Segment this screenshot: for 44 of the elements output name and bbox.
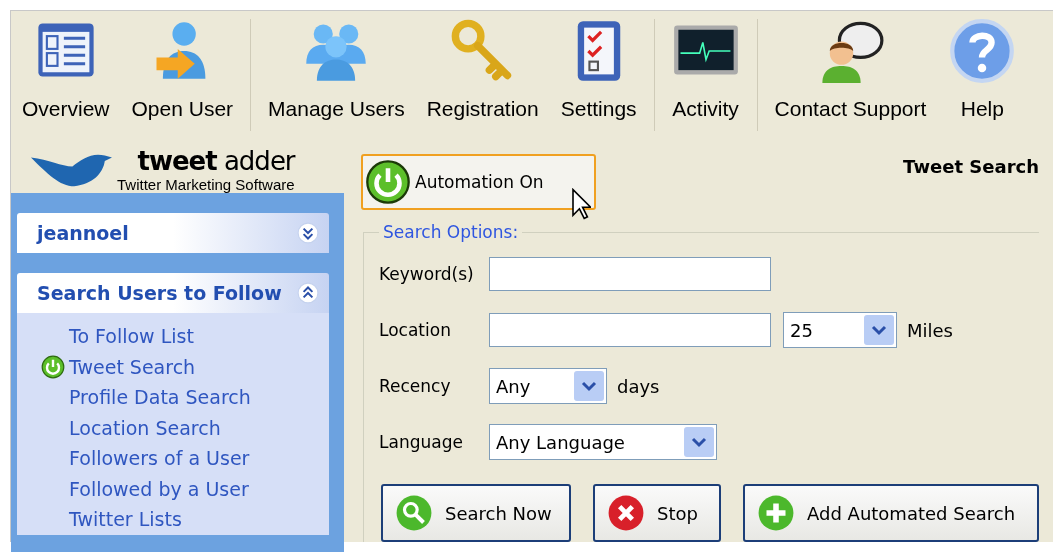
automation-button[interactable]: Automation On <box>361 154 596 210</box>
toolbar-button[interactable]: Registration <box>415 17 550 121</box>
sidebar-link[interactable]: Profile Data Search <box>69 386 251 409</box>
sidebar-link[interactable]: Followed by a User <box>69 477 249 500</box>
sidebar-link[interactable]: Followers of a User <box>69 447 250 470</box>
help-icon <box>948 17 1017 85</box>
power-icon <box>365 159 411 205</box>
toolbar-button[interactable]: Activity <box>660 17 751 121</box>
stop-icon <box>607 494 645 532</box>
action-button[interactable]: Add Automated Search <box>743 484 1039 542</box>
panel-header[interactable]: Search Users to Follow <box>17 273 329 313</box>
sidebar-link[interactable]: Tweet Search <box>69 355 196 378</box>
logo-tagline: Twitter Marketing Software <box>117 176 295 193</box>
dropdown[interactable]: 25 <box>783 312 897 348</box>
toolbar-button[interactable]: Overview <box>11 17 121 121</box>
logo-text: tweet adder <box>137 146 295 176</box>
panel-header[interactable]: jeannoel <box>17 213 329 253</box>
toolbar-button[interactable]: Help <box>937 17 1028 121</box>
section-legend: Search Options: <box>379 222 523 242</box>
action-button[interactable]: Stop <box>593 484 721 542</box>
action-button[interactable]: Search Now <box>381 484 571 542</box>
field-label: Language <box>379 432 464 452</box>
toolbar-button[interactable]: Open User <box>120 17 245 121</box>
cursor-icon <box>571 188 591 220</box>
unit-label: days <box>617 375 660 397</box>
expand-icon[interactable] <box>297 222 319 244</box>
search-icon <box>395 494 433 532</box>
field-label: Keyword(s) <box>379 264 475 284</box>
field-label: Recency <box>379 376 452 396</box>
sidebar-link[interactable]: To Follow List <box>69 325 194 348</box>
toolbar-button[interactable]: Contact Support <box>763 17 938 121</box>
toolbar-button[interactable]: Manage Users <box>257 17 416 121</box>
sidebar-link[interactable]: Location Search <box>69 416 221 439</box>
unit-label: Miles <box>907 319 953 341</box>
field-label: Location <box>379 320 452 340</box>
add-icon <box>757 494 795 532</box>
page-title: Tweet Search <box>903 156 1039 177</box>
dropdown[interactable]: Any Language <box>489 424 717 460</box>
input-field[interactable] <box>489 313 771 347</box>
dropdown[interactable]: Any <box>489 368 607 404</box>
toolbar-button[interactable]: Settings <box>549 17 648 121</box>
sidebar-link[interactable]: Twitter Lists <box>69 508 182 531</box>
input-field[interactable] <box>489 257 771 291</box>
collapse-icon[interactable] <box>297 282 319 304</box>
